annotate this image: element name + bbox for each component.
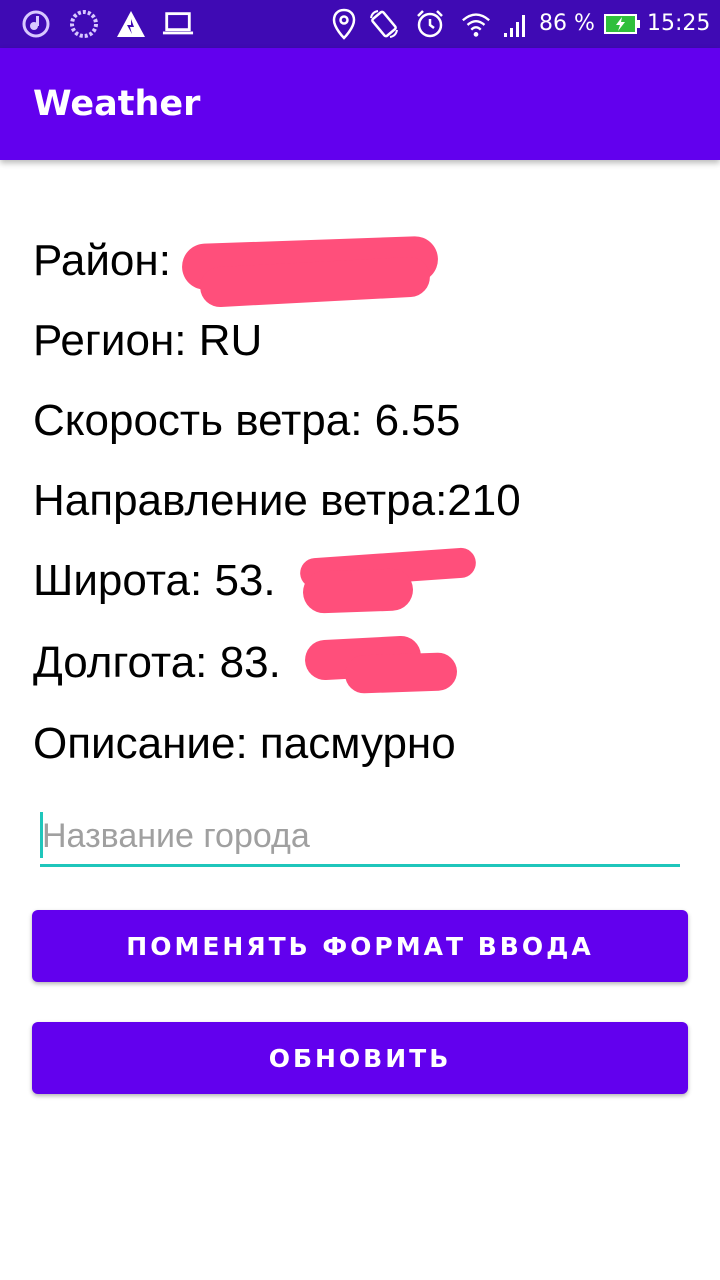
- city-input[interactable]: [40, 806, 680, 866]
- text-cursor: [40, 812, 43, 858]
- music-icon: [20, 8, 52, 40]
- longitude-row: Долгота: 83.: [33, 638, 281, 687]
- app-bar: Weather: [0, 48, 720, 160]
- loading-icon: [68, 8, 100, 40]
- city-input-field[interactable]: [40, 806, 680, 870]
- longitude-redaction-2: [344, 652, 458, 694]
- warning-icon: [115, 8, 147, 40]
- battery-percent: 86 %: [539, 11, 595, 36]
- alarm-icon: [414, 8, 446, 40]
- description-row: Описание: пасмурно: [33, 719, 456, 768]
- wind-speed-row: Скорость ветра: 6.55: [33, 396, 461, 445]
- input-underline: [40, 864, 680, 867]
- latitude-row: Широта: 53.: [33, 556, 276, 605]
- battery-icon: [602, 8, 642, 40]
- district-row: Район:: [33, 235, 171, 287]
- laptop-icon: [162, 8, 194, 40]
- change-format-button[interactable]: ПОМЕНЯТЬ ФОРМАТ ВВОДА: [32, 910, 688, 982]
- wind-direction-row: Направление ветра:210: [33, 476, 521, 525]
- refresh-button[interactable]: ОБНОВИТЬ: [32, 1022, 688, 1094]
- clock: 15:25: [647, 11, 711, 36]
- status-bar: 86 % 15:25: [0, 0, 720, 48]
- region-row: Регион: RU: [33, 316, 263, 365]
- signal-icon: [500, 8, 532, 40]
- wifi-icon: [460, 8, 492, 40]
- district-label: Район:: [33, 236, 171, 285]
- app-title: Weather: [33, 84, 201, 124]
- latitude-redaction-2: [302, 568, 414, 614]
- rotate-icon: [368, 8, 400, 40]
- location-icon: [328, 8, 360, 40]
